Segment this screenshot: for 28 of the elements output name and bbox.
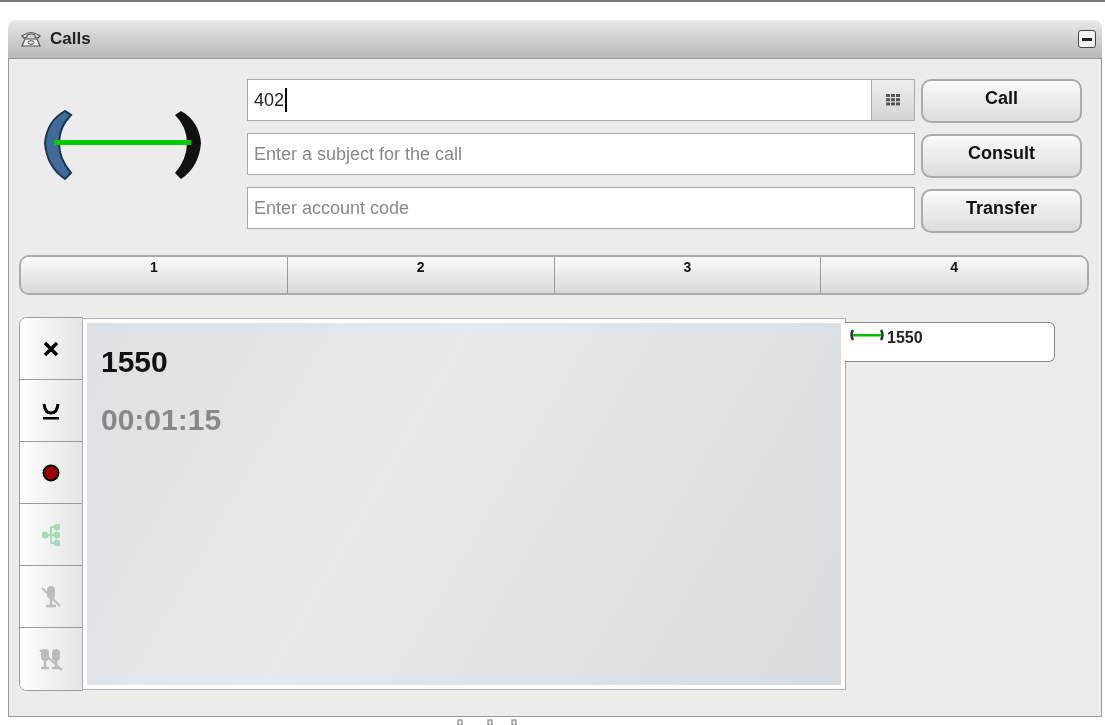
call-list-item[interactable]: 1550 — [845, 322, 1055, 362]
muted-microphones-icon — [38, 646, 64, 672]
hold-button[interactable] — [20, 380, 82, 442]
telephone-icon — [20, 30, 42, 48]
call-duration: 00:01:15 — [101, 403, 223, 437]
connected-call-icon — [849, 329, 885, 341]
muted-microphone-icon — [40, 583, 62, 610]
minimize-button[interactable] — [1078, 30, 1096, 48]
number-field[interactable]: 402 — [247, 79, 915, 121]
keypad-button[interactable] — [871, 80, 914, 120]
keypad-icon — [886, 94, 900, 106]
transfer-button[interactable]: Transfer — [921, 189, 1082, 233]
line-tab[interactable]: 1 — [21, 257, 288, 293]
consult-button[interactable]: Consult — [921, 134, 1082, 178]
window-title: Calls — [50, 29, 92, 49]
call-number: 1550 — [887, 329, 923, 347]
line-tab[interactable]: 4 — [821, 257, 1087, 293]
branch-icon — [42, 523, 60, 546]
record-icon — [42, 463, 60, 482]
call-number: 1550 — [101, 345, 169, 379]
hangup-button[interactable] — [20, 318, 82, 380]
line-tab[interactable]: 3 — [554, 257, 822, 293]
close-icon — [43, 340, 59, 357]
account-code-field[interactable]: Enter account code — [247, 187, 915, 229]
call-button[interactable]: Call — [921, 79, 1082, 123]
record-button[interactable] — [20, 442, 82, 504]
subject-field[interactable]: Enter a subject for the call — [247, 133, 915, 175]
line-tab[interactable]: 2 — [287, 257, 555, 293]
